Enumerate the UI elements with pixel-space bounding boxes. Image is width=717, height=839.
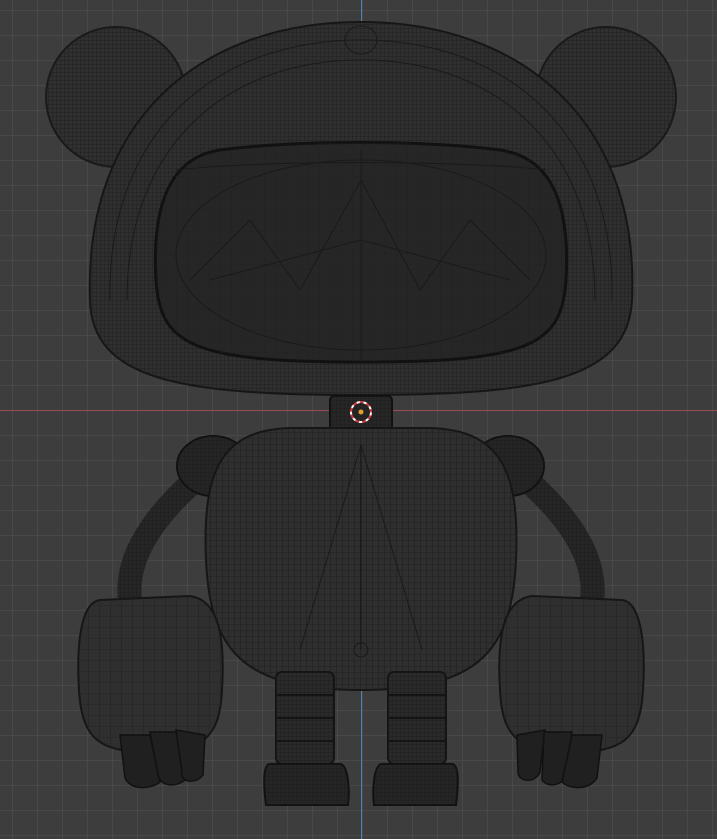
- visor[interactable]: [153, 141, 569, 364]
- foot-left[interactable]: [263, 763, 350, 806]
- body[interactable]: [204, 427, 518, 692]
- hand-right[interactable]: [498, 594, 645, 789]
- scene-canvas[interactable]: [0, 0, 717, 839]
- hand-left[interactable]: [77, 594, 224, 789]
- foot-right[interactable]: [372, 763, 459, 806]
- 3d-viewport[interactable]: [0, 0, 717, 839]
- leg-left[interactable]: [275, 671, 335, 765]
- leg-right[interactable]: [387, 671, 447, 765]
